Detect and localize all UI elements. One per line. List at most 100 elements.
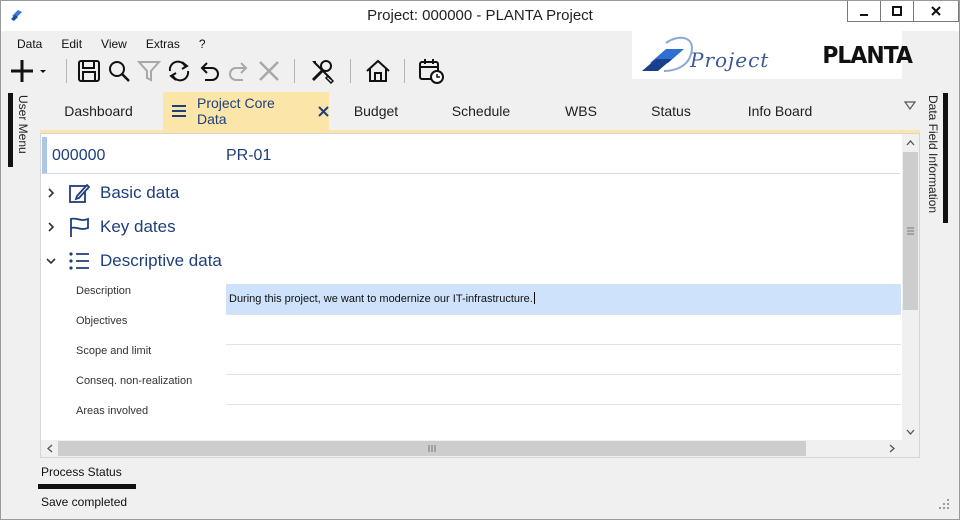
tab-label: Info Board [747,103,813,119]
tab-label: Dashboard [64,103,133,119]
toolbar [10,55,890,87]
close-icon [931,5,941,16]
tab-label: Project Core Data [197,95,275,127]
field-label-scope: Scope and limit [76,345,152,357]
tab-label: Status [651,103,691,119]
redo-icon [229,62,248,81]
tab-budget[interactable]: Budget [335,92,417,130]
section-key-dates[interactable]: Key dates [45,214,176,240]
vertical-scrollbar[interactable] [902,134,919,440]
tab-label: Budget [353,103,399,119]
edit-icon [67,182,91,204]
vertical-scroll-thumb[interactable] [903,152,918,310]
save-icon [78,60,100,82]
tab-wbs[interactable]: WBS [545,92,617,130]
section-label: Basic data [100,183,180,202]
project-id[interactable]: 000000 [52,147,105,165]
user-menu-tab[interactable]: User Menu [8,93,30,167]
add-button[interactable] [10,57,48,85]
tab-label: WBS [565,103,597,119]
chevron-down-icon[interactable] [45,257,57,265]
data-field-info-tab[interactable]: Data Field Information [924,93,948,223]
tab-status[interactable]: Status [630,92,712,130]
close-window-button[interactable] [913,0,959,22]
section-basic-data[interactable]: Basic data [45,180,179,206]
hamburger-menu-icon[interactable] [171,104,187,118]
title-bar: Project: 000000 - PLANTA Project [0,0,960,31]
chevron-right-icon[interactable] [45,222,57,232]
menu-help[interactable]: ? [199,31,206,55]
horizontal-scrollbar[interactable] [41,440,901,457]
scroll-left-arrow[interactable] [41,440,58,457]
menu-data[interactable]: Data [17,31,42,55]
maximize-button[interactable] [880,0,914,22]
refresh-button[interactable] [166,57,192,85]
save-button[interactable] [76,57,102,85]
filter-button[interactable] [136,57,162,85]
search-button[interactable] [106,57,132,85]
objectives-field[interactable] [226,314,901,344]
maximize-icon [892,5,902,16]
add-icon [11,60,46,82]
menu-view[interactable]: View [101,31,127,55]
description-field[interactable]: During this project, we want to moderniz… [226,284,901,314]
module-tabs: Dashboard Project Core Data Budget Sched… [40,92,920,130]
project-code[interactable]: PR-01 [226,147,271,165]
field-label-consequences: Conseq. non-realization [76,375,193,387]
scroll-right-arrow[interactable] [883,440,900,457]
horizontal-scroll-thumb[interactable] [58,441,806,456]
minimize-button[interactable] [847,0,881,22]
process-status-underline [38,484,136,489]
delete-icon [259,61,279,81]
menu-edit[interactable]: Edit [61,31,82,55]
minimize-icon [860,13,868,16]
chevron-right-icon[interactable] [45,188,57,198]
refresh-icon [168,60,190,82]
home-button[interactable] [364,57,392,85]
calendar-icon [419,59,444,84]
section-label: Key dates [100,217,176,236]
section-descriptive-data[interactable]: Descriptive data [45,248,222,274]
scroll-down-arrow[interactable] [902,423,919,440]
tab-schedule[interactable]: Schedule [430,92,532,130]
project-core-data-panel: 000000 PR-01 Basic data Key dates Descri… [40,133,920,458]
tab-info-board[interactable]: Info Board [725,92,835,130]
list-icon [67,251,91,271]
menu-extras[interactable]: Extras [146,31,180,55]
close-tab-icon[interactable] [318,105,329,117]
record-header-row: 000000 PR-01 [42,137,900,174]
flag-icon [67,216,91,238]
delete-button[interactable] [256,57,282,85]
scrollbar-corner [901,440,919,457]
tab-dashboard[interactable]: Dashboard [40,92,157,130]
resize-grip-icon[interactable] [938,498,950,510]
tools-icon [311,60,335,84]
scope-field[interactable] [226,344,901,374]
schedule-button[interactable] [416,57,446,85]
save-status-message: Save completed [41,495,128,509]
search-icon [109,61,130,82]
section-label: Descriptive data [100,251,222,270]
tools-button[interactable] [308,57,336,85]
user-menu-label: User Menu [16,95,30,154]
description-value: During this project, we want to moderniz… [229,293,533,305]
field-label-objectives: Objectives [76,315,128,327]
scroll-up-arrow[interactable] [902,134,919,151]
areas-field[interactable] [226,404,901,434]
triangle-down-icon [903,101,917,111]
field-label-areas: Areas involved [76,405,149,417]
process-status-label[interactable]: Process Status [41,465,122,479]
field-label-description: Description [76,285,132,297]
tab-label: Schedule [451,103,511,119]
text-caret [533,292,535,304]
home-icon [366,59,390,82]
tab-project-core-data[interactable]: Project Core Data [163,92,329,130]
consequences-field[interactable] [226,374,901,404]
undo-button[interactable] [196,57,222,85]
data-field-info-label: Data Field Information [926,95,940,214]
redo-button[interactable] [226,57,252,85]
window-title: Project: 000000 - PLANTA Project [367,7,593,24]
filter-icon [137,61,161,82]
undo-icon [200,62,219,81]
tabs-dropdown-button[interactable] [903,98,917,116]
